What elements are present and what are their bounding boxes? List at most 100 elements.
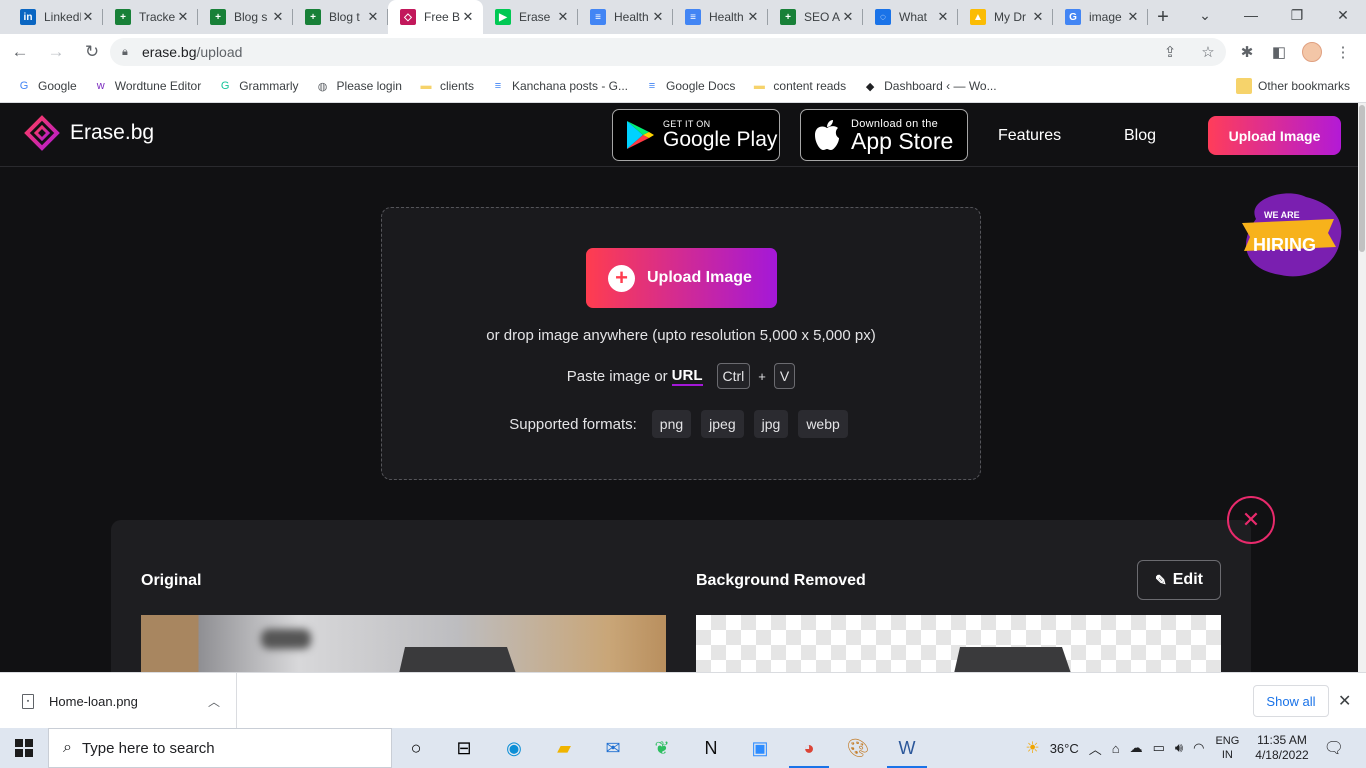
docs-icon: ≡ bbox=[685, 9, 701, 25]
folder-icon: ▬ bbox=[753, 80, 765, 92]
close-tab-icon[interactable]: ✕ bbox=[556, 9, 570, 25]
system-tray: ☀ 36°C ︿ ⌂ ☁ ▭ 🔊︎ ◠ ENG IN 11:35 AM 4/18… bbox=[1020, 728, 1366, 768]
close-downloads-icon[interactable]: ✕ bbox=[1338, 691, 1351, 711]
tab-5[interactable]: ▶ Erase ✕ bbox=[483, 0, 578, 34]
bookmark-item[interactable]: ▬ content reads bbox=[751, 78, 846, 94]
close-tab-icon[interactable]: ✕ bbox=[746, 9, 760, 25]
onedrive-icon[interactable]: ☁ bbox=[1130, 740, 1143, 756]
drop-zone[interactable]: + Upload Image or drop image anywhere (u… bbox=[381, 207, 981, 480]
clock[interactable]: 11:35 AM 4/18/2022 bbox=[1255, 733, 1308, 763]
close-tab-icon[interactable]: ✕ bbox=[1031, 9, 1045, 25]
cortana-icon[interactable]: ○ bbox=[392, 728, 440, 768]
upload-image-button[interactable]: + Upload Image bbox=[586, 248, 777, 308]
weather-temp[interactable]: 36°C bbox=[1050, 741, 1079, 756]
file-explorer-icon[interactable]: ▰ bbox=[540, 728, 588, 768]
mail-icon[interactable]: ✉ bbox=[589, 728, 637, 768]
volume-icon[interactable]: 🔊︎ bbox=[1175, 740, 1183, 756]
downloads-bar: ▪ Home-loan.png ︿ Show all ✕ bbox=[0, 672, 1366, 729]
close-tab-icon[interactable]: ✕ bbox=[936, 9, 950, 25]
back-icon[interactable]: ← bbox=[4, 36, 36, 68]
plus-icon: + bbox=[608, 264, 635, 292]
supported-formats: Supported formats: png jpeg jpg webp bbox=[382, 410, 980, 438]
tab-6[interactable]: ≡ Health ✕ bbox=[578, 0, 673, 34]
close-tab-icon[interactable]: ✕ bbox=[461, 9, 475, 25]
tab-10[interactable]: ▲ My Dr ✕ bbox=[958, 0, 1053, 34]
edit-button[interactable]: ✎ Edit bbox=[1137, 560, 1221, 600]
paint-icon[interactable]: 🎨︎ bbox=[834, 728, 882, 768]
other-bookmarks[interactable]: Other bookmarks bbox=[1236, 78, 1350, 94]
tab-3[interactable]: + Blog t ✕ bbox=[293, 0, 388, 34]
share-icon[interactable]: ⇪ bbox=[1160, 42, 1180, 62]
bookmark-item[interactable]: G Google bbox=[16, 78, 77, 94]
erase-bg-icon: ◇ bbox=[400, 9, 416, 25]
chevron-up-icon[interactable]: ︿ bbox=[208, 693, 220, 710]
zoom-icon[interactable]: ▣ bbox=[736, 728, 784, 768]
close-tab-icon[interactable]: ✕ bbox=[841, 9, 855, 25]
wordtune-icon: w bbox=[96, 80, 105, 92]
notifications-icon[interactable]: 🗨︎ bbox=[1324, 738, 1344, 758]
windows-start-icon[interactable] bbox=[0, 728, 48, 768]
bookmark-item[interactable]: ◆ Dashboard ‹ — Wo... bbox=[862, 78, 997, 94]
side-panel-icon[interactable]: ◧ bbox=[1269, 42, 1289, 62]
forward-icon[interactable]: → bbox=[40, 36, 72, 68]
hiring-badge[interactable]: WE ARE HIRING bbox=[1236, 189, 1348, 281]
extensions-icon[interactable]: ✱ bbox=[1237, 42, 1257, 62]
language-indicator[interactable]: ENG IN bbox=[1215, 734, 1239, 762]
close-tab-icon[interactable]: ✕ bbox=[1126, 9, 1140, 25]
site-logo[interactable]: Erase.bg bbox=[24, 115, 154, 151]
close-result-icon[interactable]: ✕ bbox=[1227, 496, 1275, 544]
google-play-button[interactable]: GET IT ON Google Play bbox=[612, 109, 780, 161]
page-scrollbar[interactable] bbox=[1358, 103, 1366, 672]
reload-icon[interactable]: ↻ bbox=[76, 36, 108, 68]
close-tab-icon[interactable]: ✕ bbox=[81, 9, 95, 25]
tab-4[interactable]: ◇ Free B ✕ bbox=[388, 0, 483, 34]
linkedin-icon: in bbox=[20, 9, 36, 25]
restore-icon[interactable]: ❐ bbox=[1274, 0, 1320, 30]
header-upload-button[interactable]: Upload Image bbox=[1208, 116, 1341, 155]
edge-icon[interactable]: ◉ bbox=[490, 728, 538, 768]
app-store-button[interactable]: Download on the App Store bbox=[800, 109, 968, 161]
task-view-icon[interactable]: ⊟ bbox=[440, 728, 488, 768]
word-icon[interactable]: W bbox=[883, 728, 931, 768]
evernote-icon[interactable]: ❦ bbox=[638, 728, 686, 768]
taskbar-search[interactable]: ⌕ Type here to search bbox=[48, 728, 392, 768]
chrome-icon[interactable]: ◕ bbox=[785, 728, 833, 768]
wifi-icon[interactable]: ◠ bbox=[1193, 740, 1204, 756]
nav-blog[interactable]: Blog bbox=[1124, 127, 1156, 145]
close-tab-icon[interactable]: ✕ bbox=[366, 9, 380, 25]
notion-icon[interactable]: N bbox=[687, 728, 735, 768]
tab-8[interactable]: + SEO A ✕ bbox=[768, 0, 863, 34]
tray-chevron-icon[interactable]: ︿ bbox=[1089, 739, 1102, 758]
meet-icon[interactable]: ⌂ bbox=[1112, 741, 1120, 756]
download-item[interactable]: ▪ Home-loan.png ︿ bbox=[0, 673, 237, 729]
bookmark-star-icon[interactable]: ☆ bbox=[1198, 42, 1218, 62]
tab-7[interactable]: ≡ Health ✕ bbox=[673, 0, 768, 34]
close-window-icon[interactable]: ✕ bbox=[1320, 0, 1366, 30]
tab-search-icon[interactable]: ⌄ bbox=[1182, 0, 1228, 30]
tab-1[interactable]: + Tracker ✕ bbox=[103, 0, 198, 34]
show-all-button[interactable]: Show all bbox=[1253, 685, 1329, 717]
address-bar[interactable]: 🔒︎ erase.bg/upload ⇪ ☆ bbox=[110, 38, 1226, 66]
new-tab-button[interactable]: + bbox=[1148, 6, 1178, 29]
tab-9[interactable]: ◌ What ✕ bbox=[863, 0, 958, 34]
close-tab-icon[interactable]: ✕ bbox=[271, 9, 285, 25]
bookmark-item[interactable]: ≡ Google Docs bbox=[644, 78, 736, 94]
tab-11[interactable]: Gimage ✕ bbox=[1053, 0, 1148, 34]
close-tab-icon[interactable]: ✕ bbox=[651, 9, 665, 25]
menu-kebab-icon[interactable]: ⋮ bbox=[1333, 42, 1353, 62]
close-tab-icon[interactable]: ✕ bbox=[176, 9, 190, 25]
bookmark-item[interactable]: ◍ Please login bbox=[315, 78, 402, 94]
bookmark-item[interactable]: G Grammarly bbox=[217, 78, 299, 94]
minimize-icon[interactable]: — bbox=[1228, 0, 1274, 30]
apple-icon bbox=[815, 120, 839, 150]
profile-avatar-icon[interactable] bbox=[1302, 42, 1322, 62]
bookmark-item[interactable]: ≡ Kanchana posts - G... bbox=[490, 78, 628, 94]
tab-2[interactable]: + Blog s ✕ bbox=[198, 0, 293, 34]
battery-icon[interactable]: ▭ bbox=[1153, 740, 1165, 756]
bookmark-item[interactable]: ▬ clients bbox=[418, 78, 474, 94]
nav-features[interactable]: Features bbox=[998, 127, 1061, 145]
bookmark-item[interactable]: w Wordtune Editor bbox=[93, 78, 201, 94]
drop-hint: or drop image anywhere (upto resolution … bbox=[486, 327, 876, 344]
paste-url-link[interactable]: URL bbox=[671, 367, 703, 386]
tab-0[interactable]: in LinkedIn✕ bbox=[8, 0, 103, 34]
